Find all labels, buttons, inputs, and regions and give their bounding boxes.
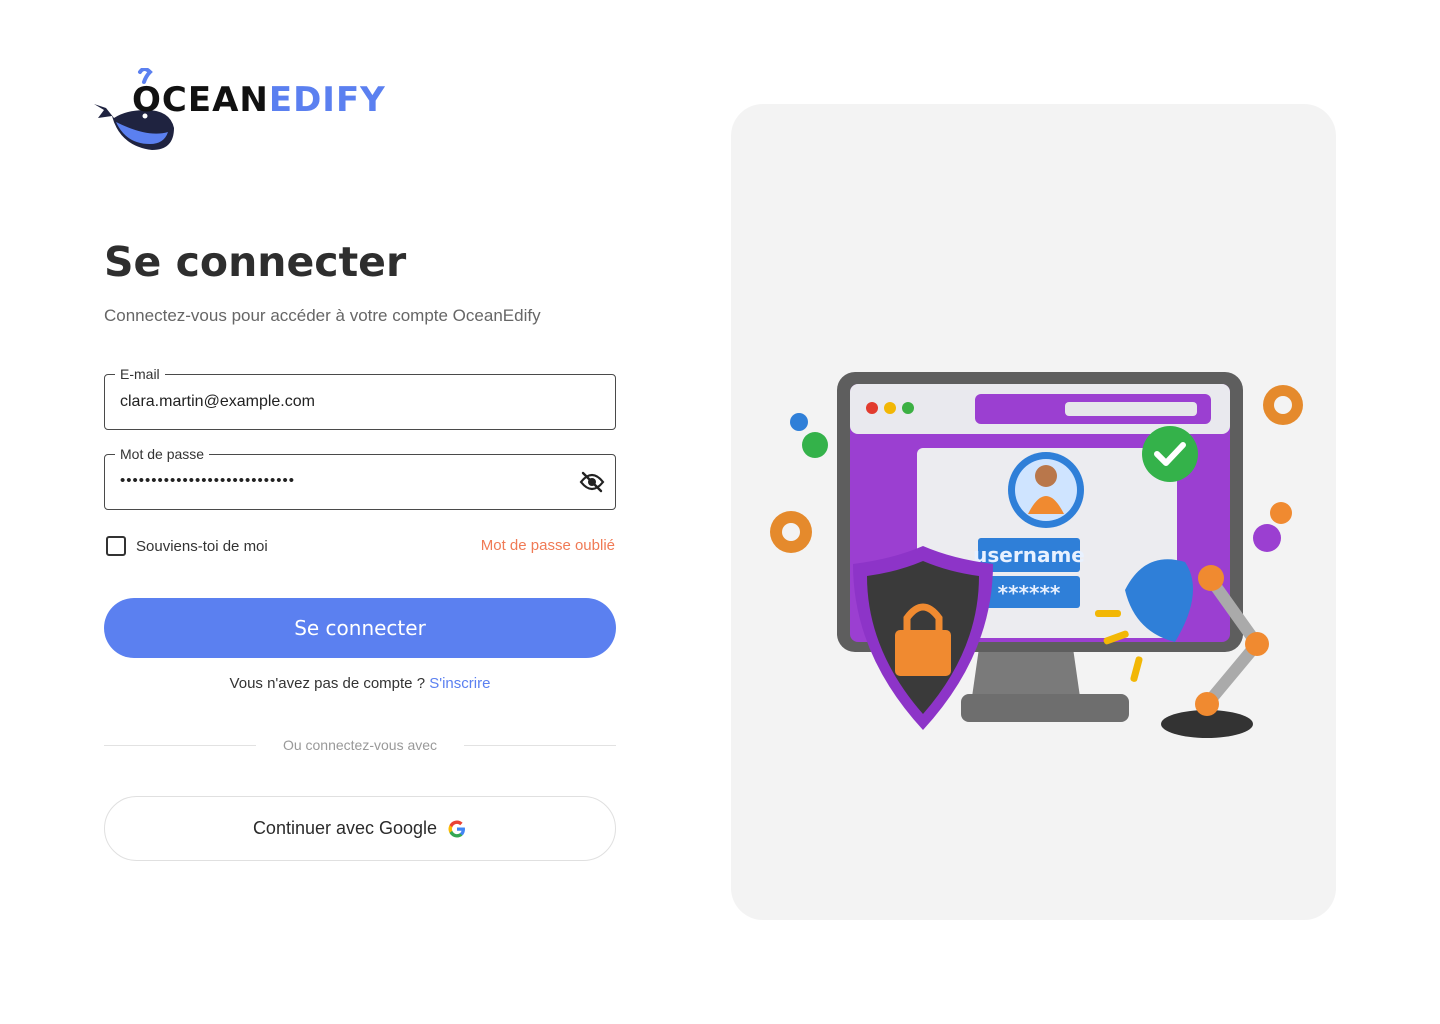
window-dot-yellow (884, 402, 896, 414)
checkmark-badge (1142, 426, 1198, 482)
window-dot-red (866, 402, 878, 414)
brand-logo: OCEANEDIFY (90, 68, 390, 160)
illustration-panel: username ****** (731, 104, 1336, 920)
logo-text-edify: EDIFY (268, 80, 386, 120)
window-dot-green (902, 402, 914, 414)
login-illustration: username ****** (770, 372, 1303, 738)
avatar-head (1035, 465, 1057, 487)
address-field (1065, 402, 1197, 416)
signup-question: Vous n'avez pas de compte ? (229, 675, 426, 692)
password-label: Mot de passe (115, 445, 210, 463)
illustration-username-text: username (973, 543, 1085, 567)
login-button[interactable]: Se connecter (104, 598, 616, 658)
page-title: Se connecter (104, 238, 407, 286)
lock-icon (895, 630, 951, 676)
illustration-password-text: ****** (998, 581, 1061, 605)
page-subtitle: Connectez-vous pour accéder à votre comp… (104, 306, 541, 325)
google-button-label: Continuer avec Google (252, 818, 438, 838)
password-field[interactable]: Mot de passe •••••••••••••••••••••••••••… (104, 445, 616, 510)
ball-purple (1253, 524, 1281, 552)
gear-icon (770, 511, 812, 553)
gear-icon (1263, 385, 1303, 425)
ball-orange (1270, 502, 1292, 524)
email-field[interactable]: E-mail (104, 365, 616, 430)
email-input[interactable] (120, 393, 560, 411)
divider: Ou connectez-vous avec (104, 736, 616, 756)
divider-line-right (464, 745, 616, 746)
checkbox-box[interactable] (106, 536, 126, 556)
password-input[interactable]: •••••••••••••••••••••••••••• (120, 472, 560, 489)
forgot-password-link[interactable]: Mot de passe oublié (481, 537, 615, 554)
monitor-base (961, 694, 1129, 722)
signup-prompt: Vous n'avez pas de compte ? S'inscrire (104, 675, 616, 692)
remember-me-label: Souviens-toi de moi (136, 537, 268, 555)
email-label: E-mail (115, 365, 165, 383)
ball-green (802, 432, 828, 458)
google-login-button[interactable]: Continuer avec Google (104, 796, 616, 861)
ball-blue (790, 413, 808, 431)
signup-link[interactable]: S'inscrire (429, 675, 490, 692)
logo-text-ocean: OCEAN (132, 80, 269, 120)
remember-me-checkbox[interactable]: Souviens-toi de moi (106, 536, 268, 556)
google-icon (448, 820, 466, 837)
eye-off-icon[interactable] (579, 471, 605, 493)
